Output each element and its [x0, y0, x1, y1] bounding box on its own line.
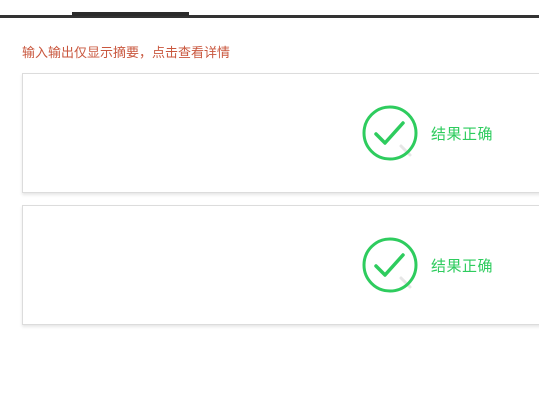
result-status-label: 结果正确 [431, 124, 494, 143]
check-circle-icon [362, 105, 418, 161]
test-result-card[interactable]: 结果正确 [22, 73, 539, 193]
result-status: 结果正确 [361, 104, 493, 162]
result-status: 结果正确 [361, 236, 493, 294]
tab-active-indicator [72, 12, 189, 16]
test-result-card[interactable]: 结果正确 [22, 205, 539, 325]
check-circle-icon [362, 237, 418, 293]
result-status-label: 结果正确 [431, 256, 494, 275]
summary-notice: 输入输出仅显示摘要，点击查看详情 [22, 46, 231, 61]
